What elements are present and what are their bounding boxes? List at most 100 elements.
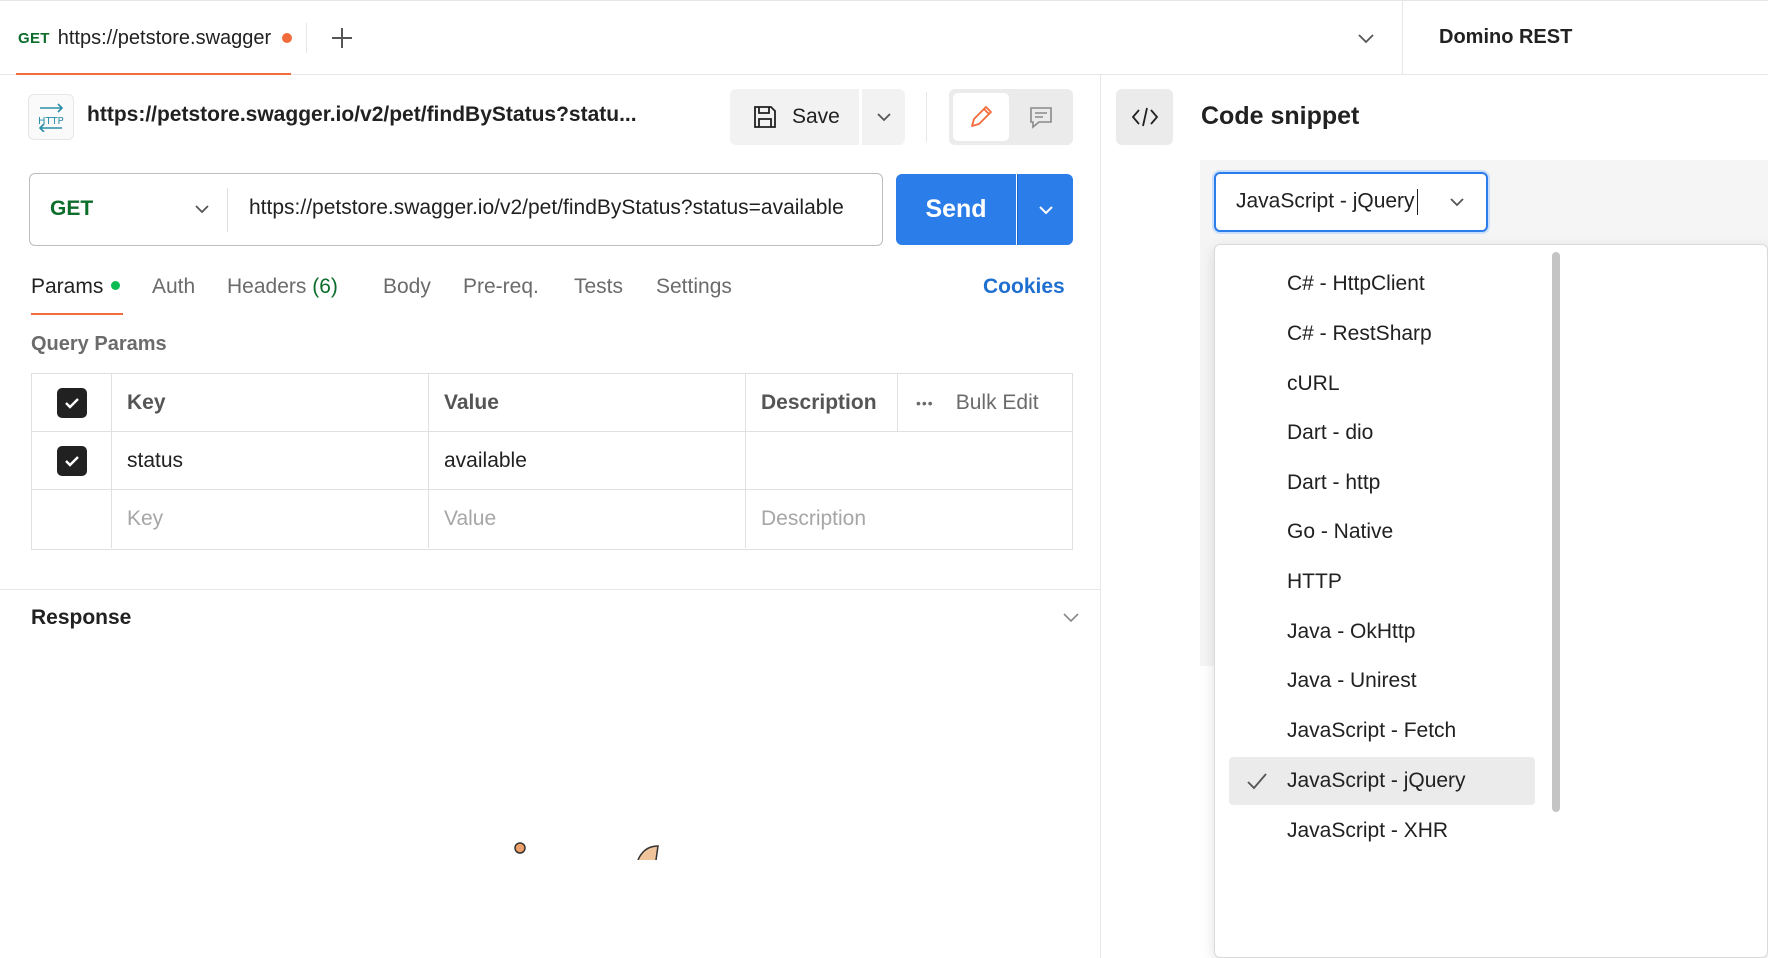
panel-divider [1100,74,1101,958]
table-row-new: Key Value Description [32,490,1072,548]
snippet-title: Code snippet [1201,102,1360,130]
language-option[interactable]: cURL [1229,360,1535,408]
param-description-input[interactable] [746,432,1072,490]
more-options-icon[interactable]: ••• [916,395,934,411]
column-header-key: Key [112,374,429,432]
column-header-description: Description [746,374,898,432]
tab-headers[interactable]: Headers (6) [227,275,338,299]
tab-active-indicator [16,73,291,75]
param-value-input[interactable]: available [429,432,746,490]
tab-headers-label: Headers [227,275,307,298]
response-title: Response [31,606,132,629]
row-checkbox[interactable] [56,446,87,476]
tabs-overflow-button[interactable] [1352,23,1380,53]
subtab-active-indicator [31,313,123,315]
check-icon [64,456,79,467]
chevron-down-icon [876,113,891,122]
checkmark-icon [1247,773,1267,790]
save-label: Save [792,105,840,128]
pencil-icon [971,106,992,127]
plus-icon [332,28,352,48]
language-option[interactable]: HTTP [1229,558,1535,606]
response-divider [0,589,1101,590]
tab-params-label: Params [31,275,104,298]
tab-prereq[interactable]: Pre-req. [463,275,539,299]
params-indicator-dot [111,280,121,290]
cookies-link[interactable]: Cookies [983,275,1065,299]
save-button[interactable]: Save [730,89,859,145]
request-name[interactable]: https://petstore.swagger.io/v2/pet/findB… [87,103,687,127]
chevron-down-icon [1450,198,1464,207]
code-icon [1131,107,1158,127]
row-check-cell [32,432,112,490]
tab-tests[interactable]: Tests [574,275,623,299]
url-bar: GET https://petstore.swagger.io/v2/pet/f… [29,173,883,246]
send-options-button[interactable] [1017,174,1073,245]
dropdown-scrollbar[interactable] [1552,252,1560,812]
url-divider [227,188,228,232]
language-option-label: JavaScript - jQuery [1287,769,1466,792]
language-option[interactable]: JavaScript - XHR [1229,807,1535,855]
unsaved-dot [282,33,292,43]
language-option[interactable]: C# - RestSharp [1229,310,1535,358]
method-label: GET [50,197,94,220]
tab-body[interactable]: Body [383,275,431,299]
chevron-down-icon [1038,205,1053,214]
text-caret [1416,189,1419,215]
comment-mode-button[interactable] [1013,93,1069,141]
http-request-icon: HTTP [28,94,74,140]
mode-toggle [949,89,1073,145]
request-tab[interactable]: GET https://petstore.swagger.io/v2/pet/f… [2,1,292,75]
response-collapse-button[interactable] [1060,606,1082,628]
language-option[interactable]: Dart - dio [1229,409,1535,457]
row-check-cell [32,490,112,548]
tab-settings[interactable]: Settings [656,275,732,299]
query-params-title: Query Params [31,333,167,355]
comment-icon [1030,107,1052,129]
empty-state-illustration [514,842,659,860]
params-table: Key Value Description ••• Bulk Edit stat… [31,373,1073,550]
url-input[interactable]: https://petstore.swagger.io/v2/pet/findB… [249,196,871,220]
language-option-selected[interactable]: JavaScript - jQuery [1229,757,1535,805]
chevron-down-icon [1063,613,1079,623]
save-options-button[interactable] [862,89,905,145]
column-header-value: Value [429,374,746,432]
check-icon [64,398,79,409]
language-select[interactable]: JavaScript - jQuery [1214,172,1488,232]
tab-title: https://petstore.swagger.io/v2/pet/findB… [57,26,272,49]
language-option[interactable]: C# - HttpClient [1229,260,1535,308]
environment-name: Domino REST [1439,26,1573,48]
tab-params[interactable]: Params [31,275,121,299]
bulk-edit-button[interactable]: Bulk Edit [956,391,1039,415]
tab-auth[interactable]: Auth [152,275,195,299]
new-key-input[interactable]: Key [112,490,429,548]
code-snippet-button[interactable] [1116,89,1173,145]
edit-mode-button[interactable] [953,93,1009,141]
table-row: status available [32,432,1072,490]
language-option[interactable]: Java - OkHttp [1229,608,1535,656]
tab-method: GET [18,29,50,47]
new-tab-button[interactable] [326,22,358,54]
new-description-input[interactable]: Description [746,490,1072,548]
save-icon [754,106,776,128]
toolbar-divider [926,92,927,142]
chevron-down-icon [195,205,209,214]
select-all-checkbox[interactable] [56,388,87,418]
language-option[interactable]: Go - Native [1229,508,1535,556]
chevron-down-icon [1358,34,1374,44]
table-actions: ••• Bulk Edit [898,374,1072,432]
tab-divider [306,23,307,53]
language-select-value: JavaScript - jQuery [1236,189,1415,213]
new-value-input[interactable]: Value [429,490,746,548]
select-all-cell [32,374,112,432]
language-option[interactable]: JavaScript - Fetch [1229,707,1535,755]
environment-selector[interactable]: Domino REST [1402,1,1768,75]
headers-count: (6) [312,275,338,298]
tab-bar: GET https://petstore.swagger.io/v2/pet/f… [0,0,1768,75]
language-option[interactable]: Java - Unirest [1229,657,1535,705]
language-option[interactable]: Dart - http [1229,459,1535,507]
method-select[interactable]: GET [30,174,227,244]
param-key-input[interactable]: status [112,432,429,490]
send-button[interactable]: Send [896,174,1016,245]
language-dropdown: C# - HttpClient C# - RestSharp cURL Dart… [1214,244,1768,958]
